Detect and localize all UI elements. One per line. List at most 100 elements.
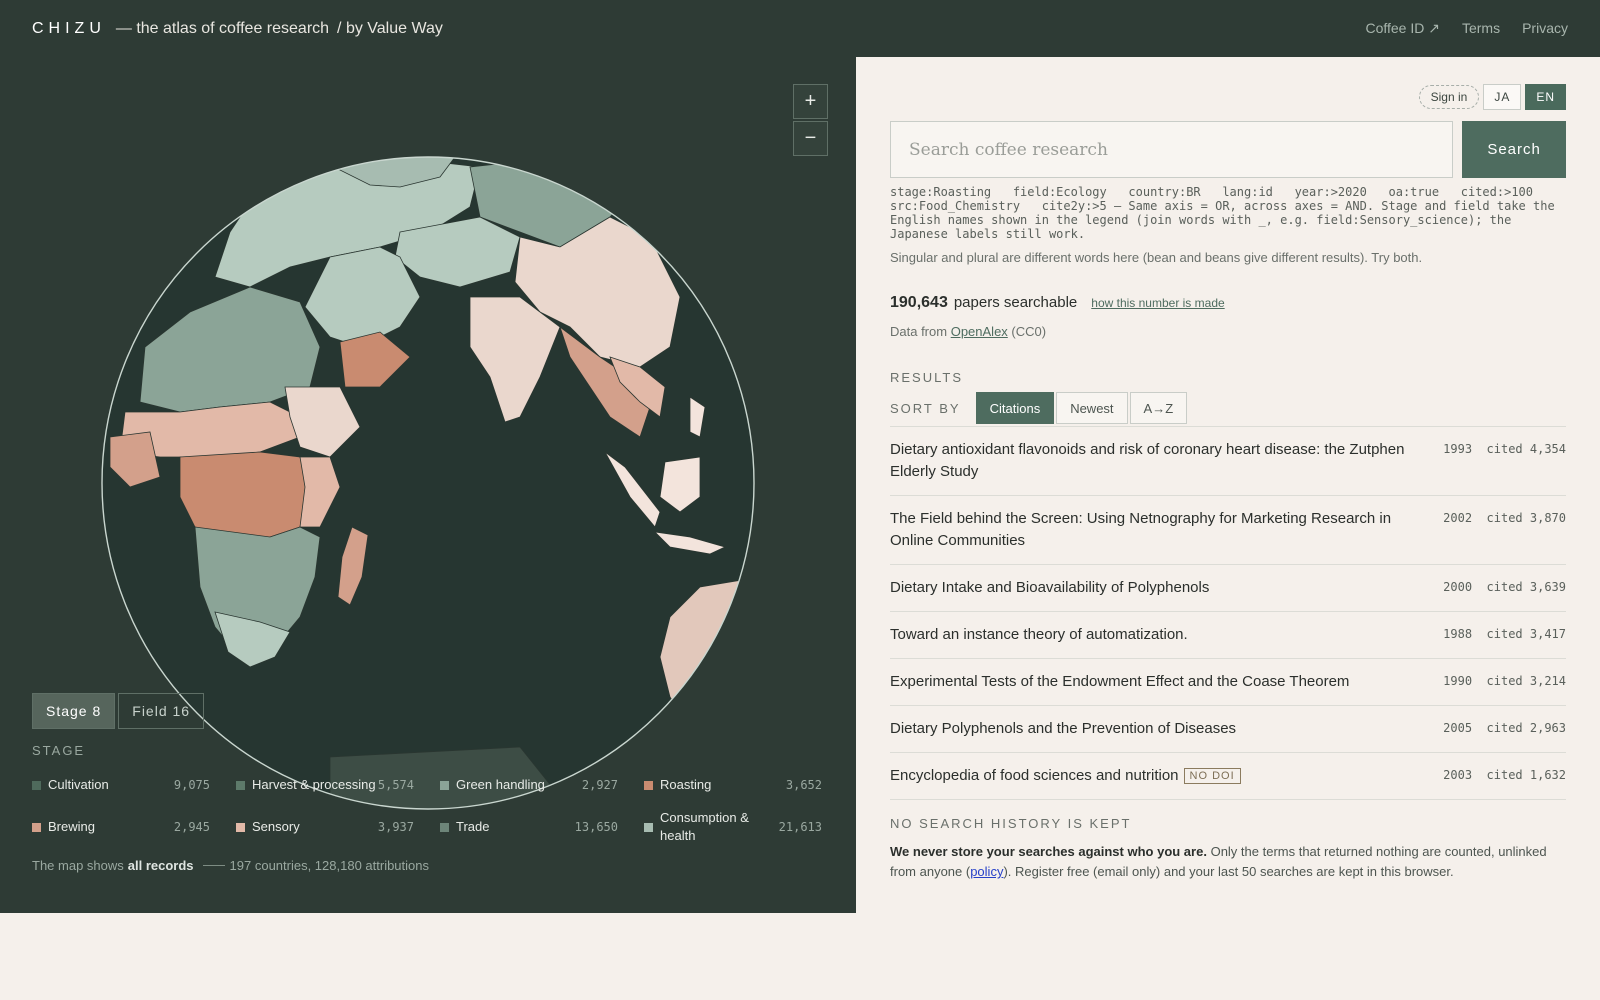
search-button[interactable]: Search — [1462, 121, 1566, 178]
map-footer-rule — [202, 865, 225, 866]
legend-swatch — [644, 780, 653, 790]
search-hint: Singular and plural are different words … — [890, 250, 1423, 265]
privacy-note: We never store your searches against who… — [890, 842, 1566, 882]
legend-label: Trade — [456, 819, 490, 834]
legend-count: 9,075 — [173, 778, 210, 792]
result-title[interactable]: Dietary antioxidant flavonoids and risk … — [890, 439, 1430, 483]
legend-title: STAGE — [32, 743, 86, 758]
byline: / by Value Way — [337, 19, 443, 37]
privacy-note-bold: We never store your searches against who… — [890, 844, 1207, 859]
map-footer: The map shows all records 197 countries,… — [32, 858, 429, 873]
legend-label: Brewing — [48, 819, 95, 834]
source-prefix: Data from — [890, 324, 948, 339]
result-meta: 2003 cited 1,632 — [1443, 768, 1566, 782]
legend-count: 2,945 — [173, 820, 210, 834]
legend-item-brewing[interactable]: Brewing 2,945 — [32, 811, 210, 843]
legend-count: 2,927 — [581, 778, 618, 792]
legend-label: Sensory — [252, 819, 300, 834]
result-title[interactable]: Encyclopedia of food sciences and nutrit… — [890, 767, 1179, 784]
openalex-link[interactable]: OpenAlex — [951, 324, 1008, 339]
paper-count-label: papers searchable — [953, 294, 1078, 311]
legend-label: Harvest & processing — [252, 777, 376, 792]
legend-label: Roasting — [660, 777, 712, 792]
result-year: 1993 — [1443, 442, 1473, 456]
lang-en-button[interactable]: EN — [1525, 84, 1566, 110]
legend-item-harvest[interactable]: Harvest & processing 5,574 — [236, 769, 414, 801]
sort-newest-button[interactable]: Newest — [1056, 392, 1128, 424]
no-doi-badge: NO DOI — [1183, 768, 1241, 784]
legend-swatch — [236, 780, 245, 790]
result-title-wrap[interactable]: Encyclopedia of food sciences and nutrit… — [890, 765, 1241, 787]
result-year: 1988 — [1443, 627, 1473, 641]
result-meta: 2005 cited 2,963 — [1443, 721, 1566, 735]
legend-swatch — [440, 780, 449, 790]
legend-item-cultivation[interactable]: Cultivation 9,075 — [32, 769, 210, 801]
toggle-stage[interactable]: Stage 8 — [32, 693, 116, 729]
sign-in-button[interactable]: Sign in — [1418, 85, 1480, 109]
legend-count: 3,937 — [377, 820, 414, 834]
result-title[interactable]: Dietary Polyphenols and the Prevention o… — [890, 718, 1236, 740]
top-nav: Coffee ID ↗ Terms Privacy — [1365, 20, 1568, 37]
results-list: Dietary antioxidant flavonoids and risk … — [890, 426, 1566, 800]
result-year: 2000 — [1443, 580, 1473, 594]
legend-item-green-handling[interactable]: Green handling 2,927 — [440, 769, 618, 801]
sort-label: SORT BY — [890, 400, 961, 416]
legend-item-consumption[interactable]: Consumption & health 21,613 — [644, 810, 822, 843]
privacy-heading: NO SEARCH HISTORY IS KEPT — [890, 816, 1132, 831]
legend-item-trade[interactable]: Trade 13,650 — [440, 811, 618, 843]
tagline: — the atlas of coffee research — [115, 19, 330, 37]
legend-label: Green handling — [456, 777, 545, 792]
result-title[interactable]: Toward an instance theory of automatizat… — [890, 624, 1188, 646]
legend-item-roasting[interactable]: Roasting 3,652 — [644, 769, 822, 801]
result-cited: cited 4,354 — [1486, 442, 1566, 456]
search-syntax-help: stage:Roasting field:Ecology country:BR … — [890, 185, 1555, 241]
brand-logo[interactable]: CHIZU — [32, 20, 106, 38]
toggle-field[interactable]: Field 16 — [118, 693, 205, 729]
count-method-link[interactable]: how this number is made — [1091, 296, 1224, 310]
result-year: 2005 — [1443, 721, 1473, 735]
policy-link[interactable]: policy — [970, 864, 1003, 879]
paper-count-value: 190,643 — [890, 294, 948, 311]
search-input[interactable] — [890, 121, 1454, 178]
result-title[interactable]: Dietary Intake and Bioavailability of Po… — [890, 577, 1209, 599]
zoom-in-button[interactable]: + — [793, 84, 828, 119]
result-meta: 2002 cited 3,870 — [1443, 511, 1566, 525]
result-cited: cited 3,870 — [1486, 511, 1566, 525]
legend-item-sensory[interactable]: Sensory 3,937 — [236, 811, 414, 843]
result-row[interactable]: Dietary Intake and Bioavailability of Po… — [890, 565, 1566, 612]
lang-ja-button[interactable]: JA — [1483, 84, 1522, 110]
result-row[interactable]: Dietary Polyphenols and the Prevention o… — [890, 706, 1566, 753]
map-footer-filter: all records — [127, 858, 194, 873]
sort-citations-button[interactable]: Citations — [975, 392, 1055, 424]
map-footer-prefix: The map shows — [32, 858, 124, 873]
legend-count: 13,650 — [574, 820, 618, 834]
result-year: 2002 — [1443, 511, 1473, 525]
legend-swatch — [236, 822, 245, 832]
legend-count: 21,613 — [778, 820, 822, 834]
legend-count: 5,574 — [377, 778, 414, 792]
result-row[interactable]: Toward an instance theory of automatizat… — [890, 612, 1566, 659]
sort-alpha-button[interactable]: A→Z — [1129, 392, 1188, 424]
nav-privacy-link[interactable]: Privacy — [1522, 20, 1568, 37]
nav-coffee-id-link[interactable]: Coffee ID ↗ — [1365, 20, 1440, 37]
privacy-note-text-b: ). Register free (email only) and your l… — [1003, 864, 1454, 879]
legend-label: Consumption & health — [660, 810, 749, 843]
result-year: 1990 — [1443, 674, 1473, 688]
legend-swatch — [32, 780, 41, 790]
legend: Cultivation 9,075 Harvest & processing 5… — [32, 769, 822, 843]
result-title[interactable]: The Field behind the Screen: Using Netno… — [890, 508, 1430, 552]
zoom-out-button[interactable]: − — [793, 121, 828, 156]
result-title[interactable]: Experimental Tests of the Endowment Effe… — [890, 671, 1349, 693]
map-footer-suffix: 197 countries, 128,180 attributions — [229, 858, 429, 873]
source-license: (CC0) — [1011, 324, 1047, 339]
results-heading: RESULTS — [890, 370, 963, 385]
result-row[interactable]: Experimental Tests of the Endowment Effe… — [890, 659, 1566, 706]
result-meta: 1988 cited 3,417 — [1443, 627, 1566, 641]
result-row[interactable]: The Field behind the Screen: Using Netno… — [890, 496, 1566, 565]
legend-swatch — [644, 822, 653, 832]
nav-terms-link[interactable]: Terms — [1462, 20, 1500, 37]
result-meta: 1990 cited 3,214 — [1443, 674, 1566, 688]
legend-swatch — [32, 822, 41, 832]
result-row[interactable]: Encyclopedia of food sciences and nutrit… — [890, 753, 1566, 800]
result-row[interactable]: Dietary antioxidant flavonoids and risk … — [890, 427, 1566, 496]
